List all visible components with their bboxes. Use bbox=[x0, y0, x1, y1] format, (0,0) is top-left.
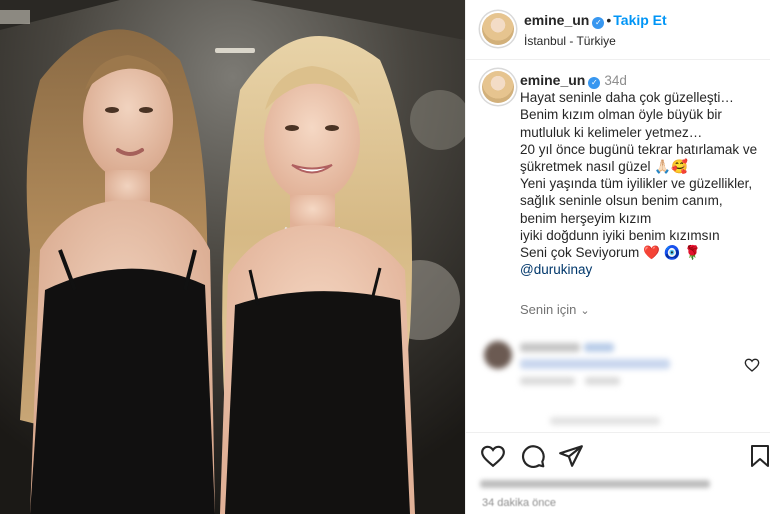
action-bar: 34 dakika önce bbox=[466, 432, 770, 514]
verified-icon: ✓ bbox=[592, 17, 605, 29]
heart-icon bbox=[481, 445, 505, 468]
caption-line: sağlık seninle olsun benim canım, bbox=[520, 193, 723, 209]
follow-button[interactable]: Takip Et bbox=[613, 12, 666, 28]
caption-line: Benim kızım olman öyle büyük bir bbox=[520, 107, 722, 123]
post-sidebar: emine_un ✓ • Takip Et İstanbul - Türkiye em… bbox=[465, 0, 770, 514]
see-translation-button[interactable]: Senin için ⌄ bbox=[520, 302, 590, 317]
caption-line: benim herşeyim kızım bbox=[520, 210, 652, 226]
save-icon bbox=[751, 445, 769, 467]
caption-area: emine_un ✓ 34d Hayat seninle daha çok güze… bbox=[466, 61, 770, 431]
caption-line: iyiki doğdunn iyiki benim kızımsın bbox=[520, 227, 720, 243]
save-button[interactable] bbox=[748, 443, 770, 474]
caption: emine_un ✓ 34d Hayat seninle daha çok güze… bbox=[520, 72, 765, 278]
caption-line: Seni çok Seviyorum ❤️ 🧿 🌹 bbox=[520, 245, 701, 261]
like-button[interactable] bbox=[480, 443, 506, 474]
header-text: emine_un ✓ • Takip Et İstanbul - Türkiye bbox=[524, 12, 764, 48]
post-image bbox=[0, 0, 465, 514]
verified-icon: ✓ bbox=[588, 77, 601, 89]
caption-line: 20 yıl önce bugünü tekrar hatırlamak ve bbox=[520, 141, 758, 157]
comment-icon bbox=[522, 445, 545, 468]
blurred-comment bbox=[480, 337, 765, 431]
comment-like-button[interactable] bbox=[744, 357, 760, 378]
blurred-comment-art bbox=[484, 341, 670, 425]
blurred-likes bbox=[476, 477, 716, 491]
comment-button[interactable] bbox=[520, 443, 546, 474]
caption-line: Hayat seninle daha çok güzelleşti… bbox=[520, 90, 734, 106]
header-username[interactable]: emine_un bbox=[524, 12, 589, 28]
post-header: emine_un ✓ • Takip Et İstanbul - Türkiye bbox=[466, 0, 770, 60]
avatar[interactable] bbox=[482, 13, 514, 45]
caption-avatar[interactable] bbox=[482, 71, 514, 103]
separator-dot: • bbox=[606, 12, 612, 28]
share-icon bbox=[559, 445, 583, 467]
caption-line: şükretmek nasıl güzel 🙏🏻🥰 bbox=[520, 159, 688, 175]
caption-line: Yeni yaşında tüm iyilikler ve güzellikle… bbox=[520, 176, 753, 192]
mention-link[interactable]: @durukinay bbox=[520, 261, 765, 278]
heart-icon bbox=[744, 358, 760, 372]
see-translation-label: Senin için bbox=[520, 302, 577, 317]
chevron-down-icon: ⌄ bbox=[580, 305, 590, 317]
caption-line: mutluluk ki kelimeler yetmez… bbox=[520, 124, 703, 140]
blurred-likes-art bbox=[480, 480, 710, 488]
caption-time[interactable]: 34d bbox=[604, 73, 627, 88]
caption-header: emine_un ✓ 34d bbox=[520, 72, 765, 89]
post-photo bbox=[0, 0, 465, 514]
post-age[interactable]: 34 dakika önce bbox=[482, 497, 556, 509]
location-link[interactable]: İstanbul - Türkiye bbox=[524, 34, 764, 48]
share-button[interactable] bbox=[558, 443, 584, 474]
caption-username[interactable]: emine_un bbox=[520, 72, 585, 88]
